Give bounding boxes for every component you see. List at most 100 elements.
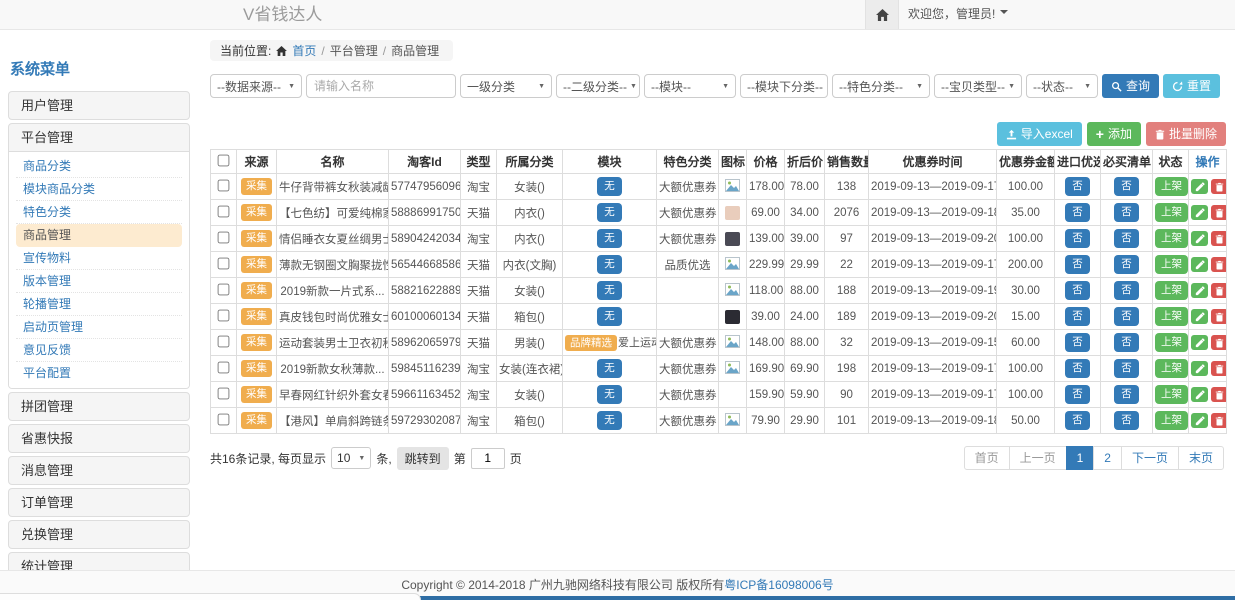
delete-button[interactable] [1211,283,1227,298]
sidebar-section-heading[interactable]: 省惠快报 [9,425,189,452]
breadcrumb-home-link[interactable]: 首页 [292,42,316,59]
delete-button[interactable] [1211,179,1227,194]
edit-button[interactable] [1191,257,1208,272]
select-all-checkbox[interactable] [218,154,230,166]
page-button[interactable]: 1 [1066,446,1095,470]
import-select-toggle[interactable]: 否 [1065,203,1090,222]
row-checkbox[interactable] [218,309,230,321]
delete-button[interactable] [1211,257,1227,272]
home-button[interactable] [865,0,899,29]
edit-button[interactable] [1191,205,1208,220]
jump-page-input[interactable] [471,448,505,469]
filter-select[interactable]: --特色分类--▼ [832,74,930,98]
filter-select[interactable]: 一级分类▼ [460,74,552,98]
row-checkbox[interactable] [218,257,230,269]
edit-button[interactable] [1191,335,1208,350]
status-button[interactable]: 上架 [1155,281,1188,300]
must-buy-toggle[interactable]: 否 [1114,255,1139,274]
import-select-toggle[interactable]: 否 [1065,411,1090,430]
edit-button[interactable] [1191,413,1208,428]
sidebar-item[interactable]: 特色分类 [16,201,182,224]
import-excel-button[interactable]: 导入excel [997,122,1082,146]
sidebar-item[interactable]: 版本管理 [16,270,182,293]
status-button[interactable]: 上架 [1155,255,1188,274]
jump-button[interactable]: 跳转到 [397,447,449,470]
delete-button[interactable] [1211,387,1227,402]
icp-link[interactable]: 粤ICP备16098006号 [724,578,833,592]
reset-button[interactable]: 重置 [1163,74,1220,98]
must-buy-toggle[interactable]: 否 [1114,229,1139,248]
batch-delete-button[interactable]: 批量删除 [1146,122,1226,146]
must-buy-toggle[interactable]: 否 [1114,411,1139,430]
delete-button[interactable] [1211,361,1227,376]
import-select-toggle[interactable]: 否 [1065,281,1090,300]
status-button[interactable]: 上架 [1155,385,1188,404]
add-button[interactable]: + 添加 [1087,122,1141,146]
import-select-toggle[interactable]: 否 [1065,385,1090,404]
sidebar-section-heading[interactable]: 消息管理 [9,457,189,484]
delete-button[interactable] [1211,335,1227,350]
filter-select[interactable]: --状态--▼ [1026,74,1098,98]
delete-button[interactable] [1211,205,1227,220]
row-checkbox[interactable] [218,361,230,373]
filter-select[interactable]: --模块--▼ [644,74,736,98]
must-buy-toggle[interactable]: 否 [1114,359,1139,378]
sidebar-section-heading[interactable]: 平台管理 [9,124,189,151]
must-buy-toggle[interactable]: 否 [1114,177,1139,196]
must-buy-toggle[interactable]: 否 [1114,281,1139,300]
must-buy-toggle[interactable]: 否 [1114,385,1139,404]
edit-button[interactable] [1191,283,1208,298]
filter-select[interactable]: --数据来源--▼ [210,74,302,98]
row-checkbox[interactable] [218,179,230,191]
sidebar-section-heading[interactable]: 兑换管理 [9,521,189,548]
sidebar-item[interactable]: 平台配置 [16,362,182,385]
status-button[interactable]: 上架 [1155,203,1188,222]
user-dropdown[interactable]: 欢迎您，管理员! [908,0,1008,29]
sidebar-item[interactable]: 商品分类 [16,155,182,178]
sidebar-item[interactable]: 轮播管理 [16,293,182,316]
import-select-toggle[interactable]: 否 [1065,333,1090,352]
edit-button[interactable] [1191,387,1208,402]
sidebar-item[interactable]: 意见反馈 [16,339,182,362]
status-button[interactable]: 上架 [1155,177,1188,196]
row-checkbox[interactable] [218,205,230,217]
sidebar-section-heading[interactable]: 订单管理 [9,489,189,516]
page-size-select[interactable]: 10 ▼ [331,447,371,469]
import-select-toggle[interactable]: 否 [1065,229,1090,248]
status-button[interactable]: 上架 [1155,359,1188,378]
edit-button[interactable] [1191,361,1208,376]
import-select-toggle[interactable]: 否 [1065,177,1090,196]
status-button[interactable]: 上架 [1155,333,1188,352]
edit-button[interactable] [1191,231,1208,246]
must-buy-toggle[interactable]: 否 [1114,203,1139,222]
page-button[interactable]: 首页 [964,446,1010,470]
sidebar-section-heading[interactable]: 用户管理 [9,92,189,119]
filter-select[interactable]: --宝贝类型--▼ [934,74,1022,98]
delete-button[interactable] [1211,309,1227,324]
import-select-toggle[interactable]: 否 [1065,307,1090,326]
import-select-toggle[interactable]: 否 [1065,255,1090,274]
filter-select[interactable]: --二级分类--▼ [556,74,640,98]
sidebar-item[interactable]: 商品管理 [16,224,182,247]
page-button[interactable]: 2 [1093,446,1122,470]
page-button[interactable]: 下一页 [1121,446,1179,470]
must-buy-toggle[interactable]: 否 [1114,307,1139,326]
row-checkbox[interactable] [218,413,230,425]
import-select-toggle[interactable]: 否 [1065,359,1090,378]
row-checkbox[interactable] [218,387,230,399]
status-button[interactable]: 上架 [1155,307,1188,326]
edit-button[interactable] [1191,179,1208,194]
sidebar-item[interactable]: 模块商品分类 [16,178,182,201]
name-filter-input[interactable] [306,74,456,98]
status-button[interactable]: 上架 [1155,229,1188,248]
edit-button[interactable] [1191,309,1208,324]
page-button[interactable]: 末页 [1178,446,1224,470]
sidebar-item[interactable]: 宣传物料 [16,247,182,270]
sidebar-item[interactable]: 启动页管理 [16,316,182,339]
sidebar-section-heading[interactable]: 拼团管理 [9,393,189,420]
search-button[interactable]: 查询 [1102,74,1159,98]
filter-select[interactable]: --模块下分类--▼ [740,74,828,98]
page-button[interactable]: 上一页 [1009,446,1067,470]
row-checkbox[interactable] [218,231,230,243]
status-button[interactable]: 上架 [1155,411,1188,430]
